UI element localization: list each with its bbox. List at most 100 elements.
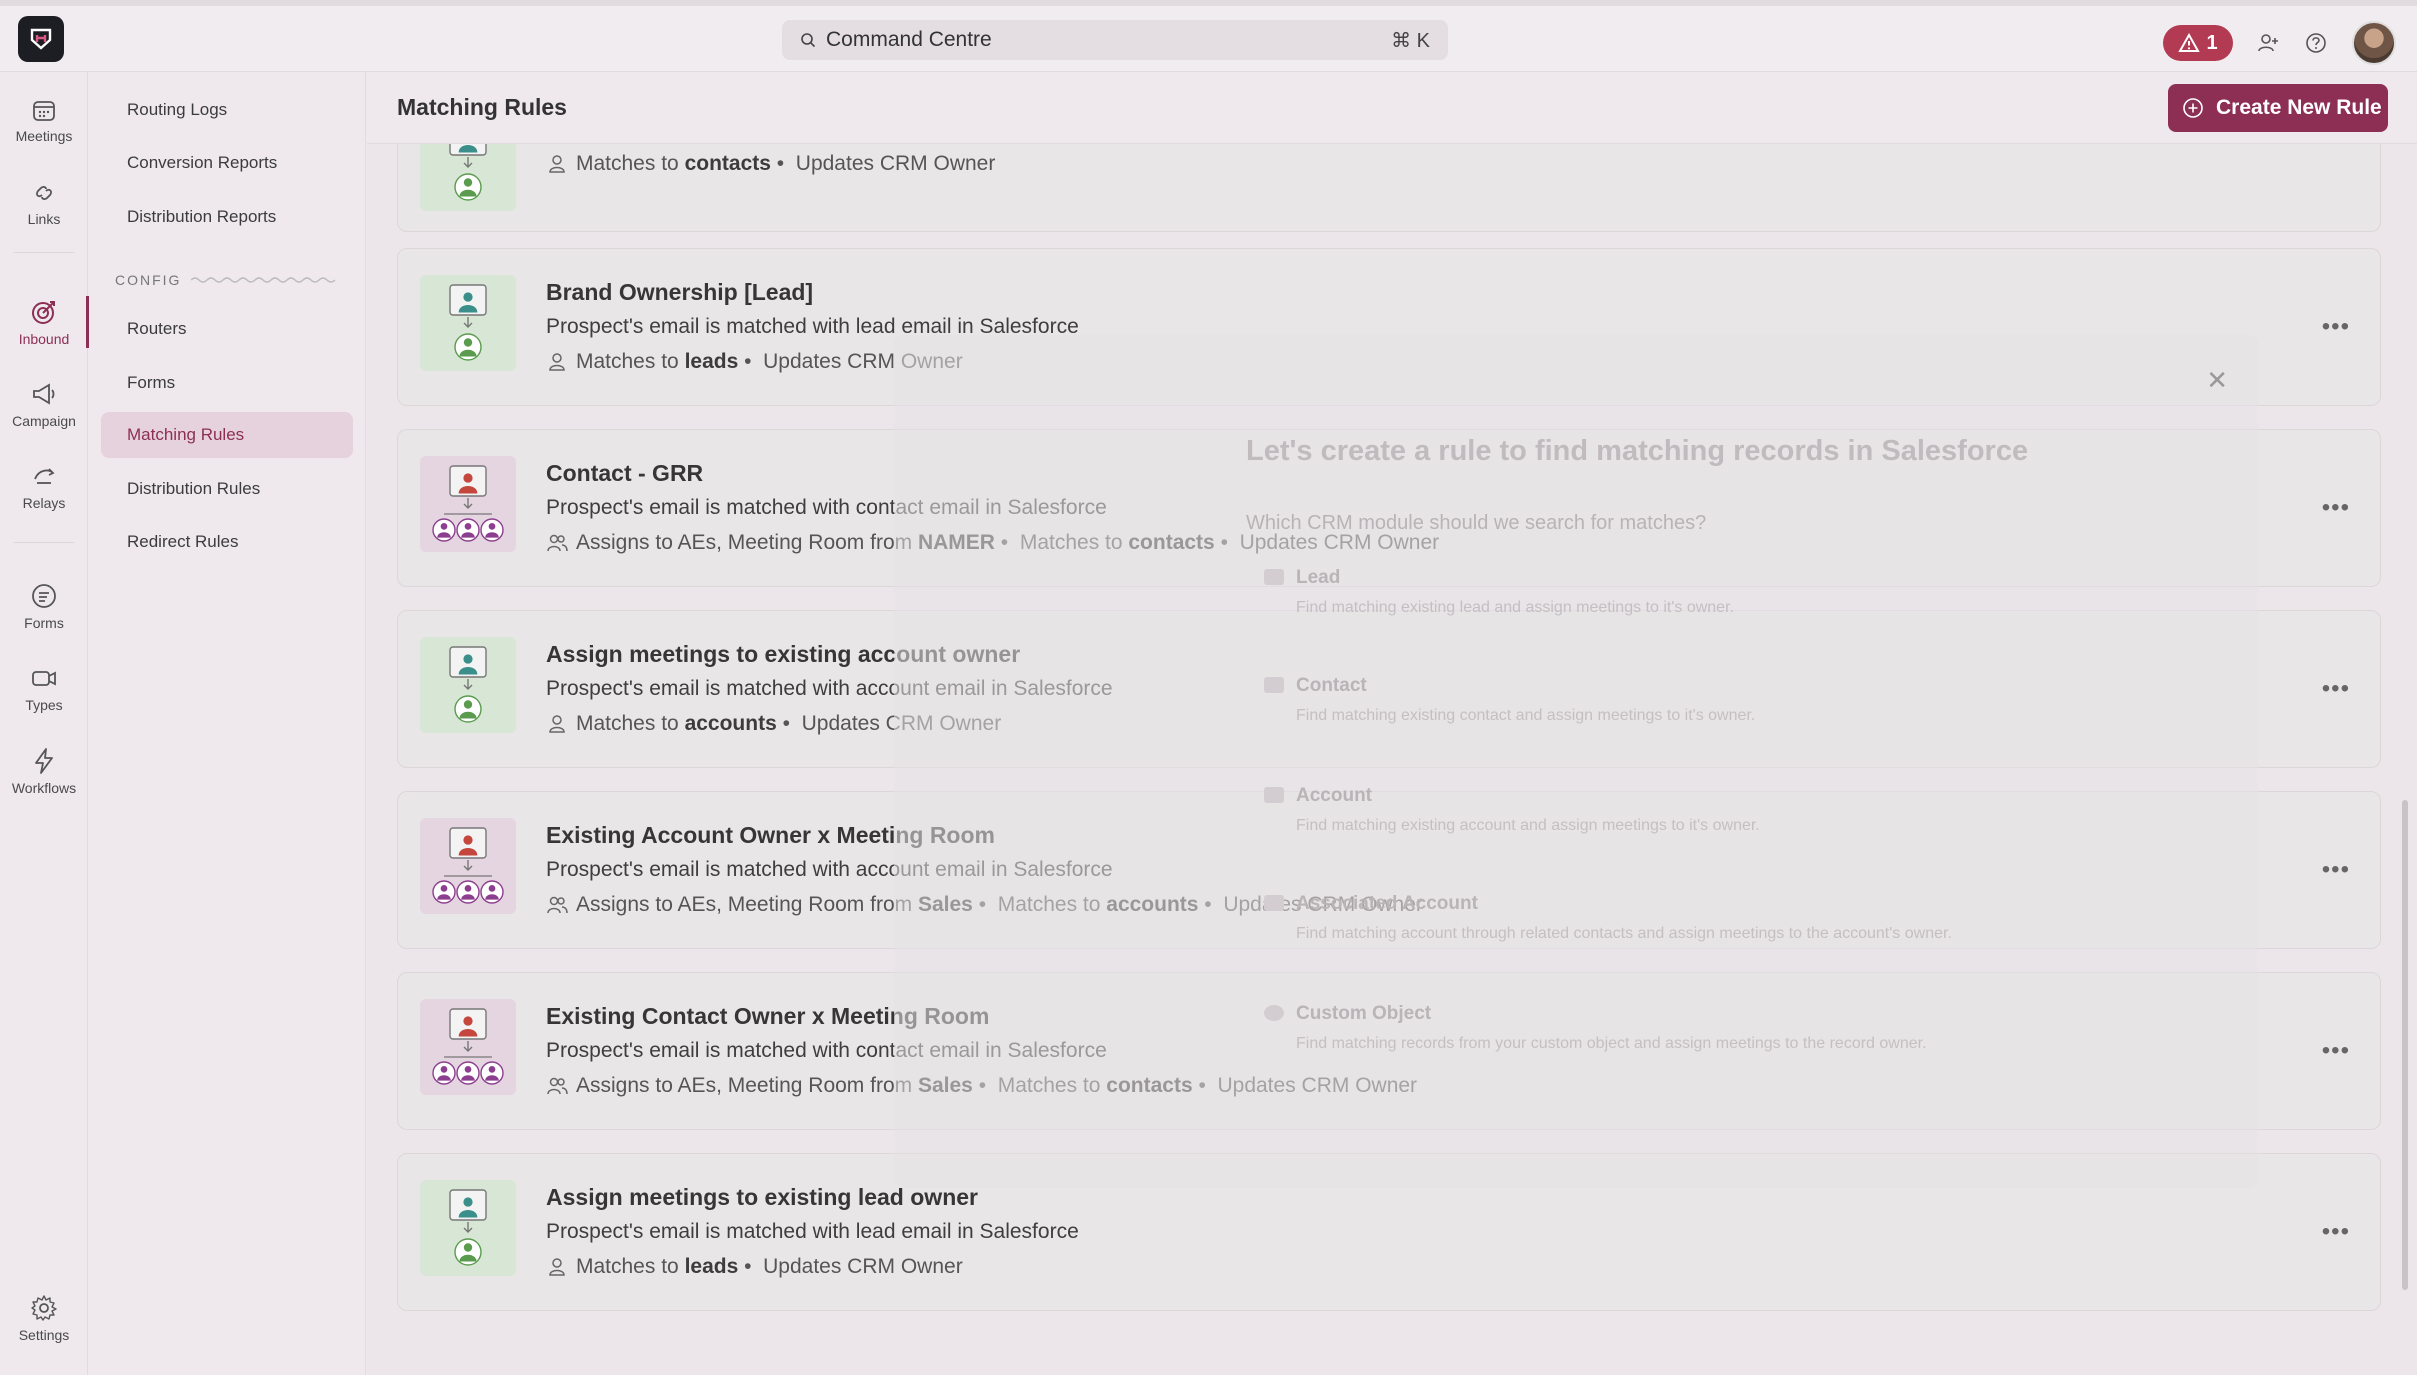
option-desc: Find matching existing lead and assign m… <box>1296 599 1734 616</box>
rule-meta-segment: Matches to <box>576 152 685 175</box>
warning-icon <box>2178 33 2201 52</box>
rule-meta-text: Matches to leads • Updates CRM Owner <box>576 1255 963 1279</box>
rule-card[interactable]: Prospect's email is matched with contact… <box>397 144 2381 232</box>
search-icon <box>801 33 816 48</box>
more-options-icon[interactable]: ••• <box>2322 1218 2350 1246</box>
option-custom-object[interactable]: Custom Object Find matching records from… <box>1264 1003 1927 1053</box>
rail-label: Inbound <box>18 331 70 347</box>
rail-item-relays[interactable]: Relays <box>0 450 88 522</box>
option-name: Lead <box>1296 567 1341 588</box>
more-options-icon[interactable]: ••• <box>2322 494 2350 522</box>
option-lead[interactable]: Lead Find matching existing lead and ass… <box>1264 567 1734 617</box>
users-icon <box>547 534 568 552</box>
command-centre-search[interactable]: Command Centre ⌘ K <box>782 20 1448 60</box>
rail-label: Workflows <box>11 780 77 796</box>
rule-routing-group-icon <box>420 818 516 914</box>
page-header: Matching Rules Create New Rule <box>367 72 2417 144</box>
rail-item-meetings[interactable]: Meetings <box>0 84 88 156</box>
option-desc: Find matching account through related co… <box>1296 925 1952 942</box>
sidebar-item-routers[interactable]: Routers <box>101 306 353 352</box>
more-options-icon[interactable]: ••• <box>2322 856 2350 884</box>
forms-icon <box>32 584 56 608</box>
main-content: Matching Rules Create New Rule Prospect'… <box>367 72 2417 1375</box>
modal-title: Let's create a rule to find matching rec… <box>1246 435 2029 467</box>
routing-diagram-icon <box>432 465 504 542</box>
app-logo[interactable] <box>18 16 64 62</box>
rail-item-campaign[interactable]: Campaign <box>0 368 88 440</box>
more-options-icon[interactable]: ••• <box>2322 1037 2350 1065</box>
lead-icon <box>1264 569 1284 585</box>
wave-divider-icon <box>191 277 336 283</box>
routing-diagram-icon <box>449 284 487 361</box>
sidebar-item-distribution-rules[interactable]: Distribution Rules <box>101 466 353 512</box>
routing-diagram-icon <box>449 1189 487 1266</box>
sidebar-item-matching-rules[interactable]: Matching Rules <box>101 412 353 458</box>
option-contact[interactable]: Contact Find matching existing contact a… <box>1264 675 1755 725</box>
rule-description: Prospect's email is matched with lead em… <box>546 1220 1079 1243</box>
option-associated-account[interactable]: Associated Account Find matching account… <box>1264 893 1952 943</box>
user-avatar[interactable] <box>2352 21 2396 65</box>
associated-account-icon <box>1264 895 1284 911</box>
sidebar-item-conversion-reports[interactable]: Conversion Reports <box>101 140 353 186</box>
sidebar-item-forms[interactable]: Forms <box>101 360 353 406</box>
top-bar: Command Centre ⌘ K 1 <box>0 0 2417 72</box>
rail-item-settings[interactable]: Settings <box>0 1282 88 1354</box>
option-name: Contact <box>1296 675 1367 696</box>
target-icon <box>32 301 55 324</box>
rule-title[interactable]: Brand Ownership [Lead] <box>546 279 813 306</box>
rail-item-forms[interactable]: Forms <box>0 570 88 642</box>
rule-routing-icon <box>420 275 516 371</box>
option-name: Associated Account <box>1296 893 1478 914</box>
gear-icon <box>31 1295 57 1321</box>
rule-meta-segment: Matches to <box>576 712 685 735</box>
icon-rail: Meetings Links Inbound Campaign Relays F… <box>0 72 89 1375</box>
search-shortcut: ⌘ K <box>1391 29 1430 52</box>
rule-meta: Matches to contacts • Updates CRM Owner <box>546 152 995 176</box>
alerts-button[interactable]: 1 <box>2163 25 2233 61</box>
rail-label: Types <box>25 697 63 713</box>
more-options-icon[interactable]: ••• <box>2322 675 2350 703</box>
option-account[interactable]: Account Find matching existing account a… <box>1264 785 1760 835</box>
rail-item-links[interactable]: Links <box>0 167 88 239</box>
rail-label: Campaign <box>12 413 76 429</box>
modal-subtitle: Which CRM module should we search for ma… <box>1246 512 1707 534</box>
megaphone-icon <box>33 383 55 405</box>
alerts-count: 1 <box>2206 31 2218 54</box>
close-icon[interactable]: ✕ <box>2206 365 2228 396</box>
rule-title[interactable]: Assign meetings to existing lead owner <box>546 1184 978 1211</box>
help-icon[interactable] <box>2305 32 2327 54</box>
add-user-icon[interactable] <box>2257 32 2279 54</box>
option-desc: Find matching records from your custom o… <box>1296 1035 1927 1052</box>
rule-meta-emphasis: leads <box>684 1255 739 1278</box>
sidebar-item-distribution-reports[interactable]: Distribution Reports <box>101 194 353 240</box>
video-icon <box>32 671 56 686</box>
sidebar-item-routing-logs[interactable]: Routing Logs <box>101 87 353 133</box>
rule-meta-segment: • Updates CRM Owner <box>770 152 996 175</box>
sidebar-item-redirect-rules[interactable]: Redirect Rules <box>101 519 353 565</box>
rule-title[interactable]: Contact - GRR <box>546 460 703 487</box>
create-new-rule-button[interactable]: Create New Rule <box>2168 84 2388 132</box>
routing-diagram-icon <box>432 1008 504 1085</box>
rule-meta-segment: Assigns to AEs, Meeting Room from <box>576 1074 918 1097</box>
option-desc: Find matching existing account and assig… <box>1296 817 1760 834</box>
rule-meta-segment: • Updates CRM Owner <box>738 1255 963 1278</box>
inbound-sidebar: Routing Logs Conversion Reports Distribu… <box>89 72 366 1375</box>
rail-item-workflows[interactable]: Workflows <box>0 735 88 807</box>
building-icon <box>1264 787 1284 803</box>
contact-card-icon <box>1264 677 1284 693</box>
rail-label: Meetings <box>15 128 73 144</box>
rail-item-types[interactable]: Types <box>0 652 88 724</box>
rule-meta-segment: Assigns to AEs, Meeting Room from <box>576 893 918 916</box>
scrollbar[interactable] <box>2402 800 2408 1290</box>
more-options-icon[interactable]: ••• <box>2322 313 2350 341</box>
option-name: Custom Object <box>1296 1003 1432 1024</box>
rail-label: Settings <box>18 1327 70 1343</box>
create-rule-modal: ✕ Let's create a rule to find matching r… <box>894 335 2258 1188</box>
rail-item-inbound[interactable]: Inbound <box>0 286 89 358</box>
users-icon <box>547 1077 568 1095</box>
routing-diagram-icon <box>449 646 487 723</box>
plus-circle-icon <box>2183 98 2203 118</box>
rule-meta-emphasis: leads <box>684 350 739 373</box>
bolt-icon <box>35 748 53 774</box>
routing-diagram-icon <box>432 827 504 904</box>
